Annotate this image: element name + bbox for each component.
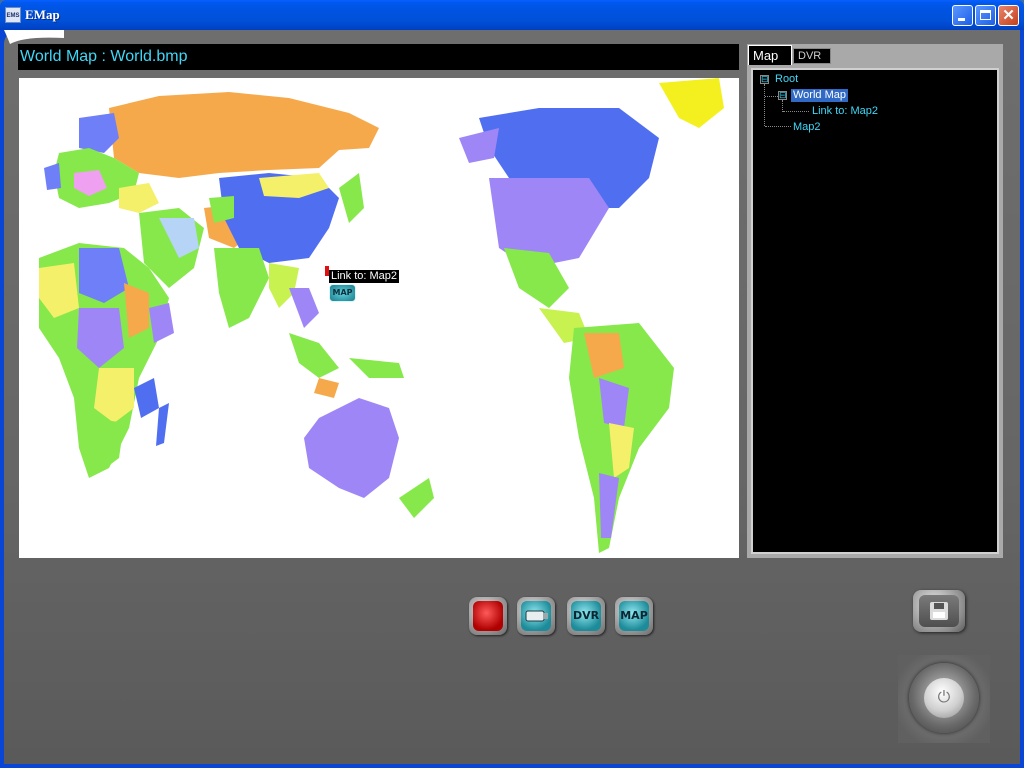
close-icon: ✕ xyxy=(1002,7,1015,24)
emap-window: EMS EMap ✕ World Map : World.bmp Link to… xyxy=(0,0,1024,768)
tree-line xyxy=(765,96,778,97)
power-button-frame: ⏻ xyxy=(898,655,990,743)
minimize-button[interactable] xyxy=(952,5,973,26)
alarm-button[interactable] xyxy=(469,597,507,635)
title-bar[interactable]: EMS EMap ✕ xyxy=(0,0,1024,30)
alarm-icon xyxy=(473,601,503,631)
minimize-icon xyxy=(958,18,965,21)
power-button[interactable]: ⏻ xyxy=(909,663,979,733)
tree-line xyxy=(764,84,765,126)
tree-node-world-map[interactable]: World Map xyxy=(791,89,848,102)
maximize-icon xyxy=(980,10,991,20)
collapse-icon[interactable]: ⊟ xyxy=(760,75,769,84)
collapse-icon[interactable]: ⊟ xyxy=(778,91,787,100)
camera-button[interactable] xyxy=(517,597,555,635)
tree-line xyxy=(765,126,791,127)
dvr-icon: DVR xyxy=(571,601,601,631)
tab-dvr[interactable]: DVR xyxy=(793,48,831,64)
tree-node-link-map2[interactable]: Link to: Map2 xyxy=(812,105,878,118)
tree-node-map2[interactable]: Map2 xyxy=(793,121,821,134)
side-panel: Map DVR ⊟ Root ⊟ World Map Link to: Map2… xyxy=(747,44,1003,558)
window-corner-curve xyxy=(4,30,64,44)
world-map-image xyxy=(39,78,724,553)
world-map-canvas[interactable] xyxy=(19,78,739,558)
map-icon: MAP xyxy=(619,601,649,631)
tree-node-root[interactable]: Root xyxy=(775,73,798,86)
map-link-icon[interactable]: MAP xyxy=(329,284,356,302)
window-title: EMap xyxy=(25,7,60,22)
map-link-label[interactable]: Link to: Map2 xyxy=(329,270,400,283)
power-icon: ⏻ xyxy=(924,678,964,718)
dvr-button[interactable]: DVR xyxy=(567,597,605,635)
tree-line xyxy=(783,111,809,112)
save-button[interactable] xyxy=(913,590,965,632)
close-button[interactable]: ✕ xyxy=(998,5,1019,26)
map-tree[interactable]: ⊟ Root ⊟ World Map Link to: Map2 Map2 xyxy=(751,68,999,554)
camera-icon xyxy=(521,601,551,631)
save-icon xyxy=(930,602,948,620)
tab-map[interactable]: Map xyxy=(748,45,792,65)
save-button-face xyxy=(919,595,959,627)
map-button[interactable]: MAP xyxy=(615,597,653,635)
maximize-button[interactable] xyxy=(975,5,996,26)
map-title-bar: World Map : World.bmp xyxy=(18,44,739,70)
app-icon[interactable]: EMS xyxy=(5,7,21,23)
